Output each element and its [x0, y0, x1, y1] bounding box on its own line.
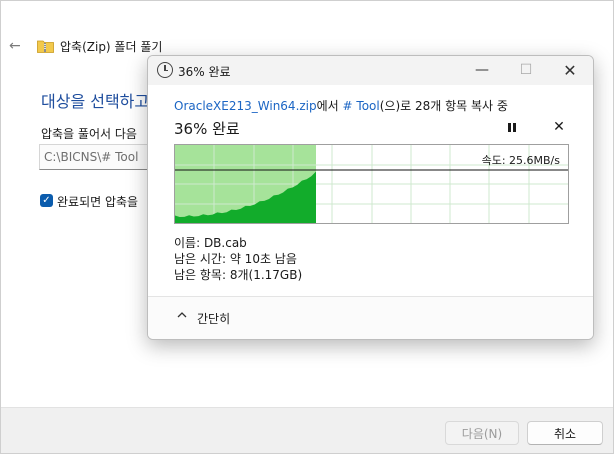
clock-icon — [157, 62, 173, 78]
chevron-up-icon[interactable] — [176, 309, 188, 321]
destination-folder-link[interactable]: # Tool — [343, 99, 380, 113]
source-middle-text: 에서 — [316, 99, 343, 113]
progress-percent-text: 36% 완료 — [174, 120, 240, 138]
source-file-link[interactable]: OracleXE213_Win64.zip — [174, 99, 317, 113]
copy-progress-dialog: 36% 완료 — ☐ ✕ OracleXE213_Win64.zip에서 # T… — [147, 55, 594, 340]
transfer-speed-graph: 속도: 25.6MB/s — [174, 144, 569, 224]
items-remaining: 남은 항목: 8개(1.17GB) — [174, 268, 303, 282]
wizard-footer — [1, 407, 613, 453]
show-files-checkbox-label: 완료되면 압축을 — [57, 195, 139, 209]
speed-label: 속도: 25.6MB/s — [481, 154, 560, 167]
close-button[interactable]: ✕ — [548, 56, 592, 85]
show-files-checkbox[interactable]: ✓ — [40, 194, 53, 207]
source-suffix-text: (으)로 28개 항목 복사 중 — [379, 99, 508, 113]
minimize-button[interactable]: — — [460, 56, 504, 85]
back-arrow-icon[interactable]: ← — [9, 38, 25, 54]
maximize-button[interactable]: ☐ — [504, 56, 548, 85]
zip-folder-icon — [37, 40, 54, 53]
destination-path-input[interactable]: C:\BICNS\# Tool — [39, 144, 159, 170]
pause-icon[interactable] — [506, 122, 518, 134]
fewer-details-button[interactable]: 간단히 — [197, 310, 230, 327]
wizard-heading: 대상을 선택하고 — [41, 92, 150, 111]
next-button[interactable]: 다음(N) — [445, 421, 519, 445]
destination-label: 압축을 풀어서 다음 — [41, 127, 137, 141]
cancel-button[interactable]: 취소 — [527, 421, 603, 445]
wizard-title: 압축(Zip) 폴더 풀기 — [60, 40, 163, 54]
stop-icon[interactable]: ✕ — [552, 119, 566, 135]
dialog-title: 36% 완료 — [178, 65, 231, 79]
copy-source-line: OracleXE213_Win64.zip에서 # Tool(으)로 28개 항… — [174, 97, 508, 114]
time-remaining: 남은 시간: 약 10초 남음 — [174, 252, 297, 266]
current-file-name: 이름: DB.cab — [174, 236, 247, 250]
